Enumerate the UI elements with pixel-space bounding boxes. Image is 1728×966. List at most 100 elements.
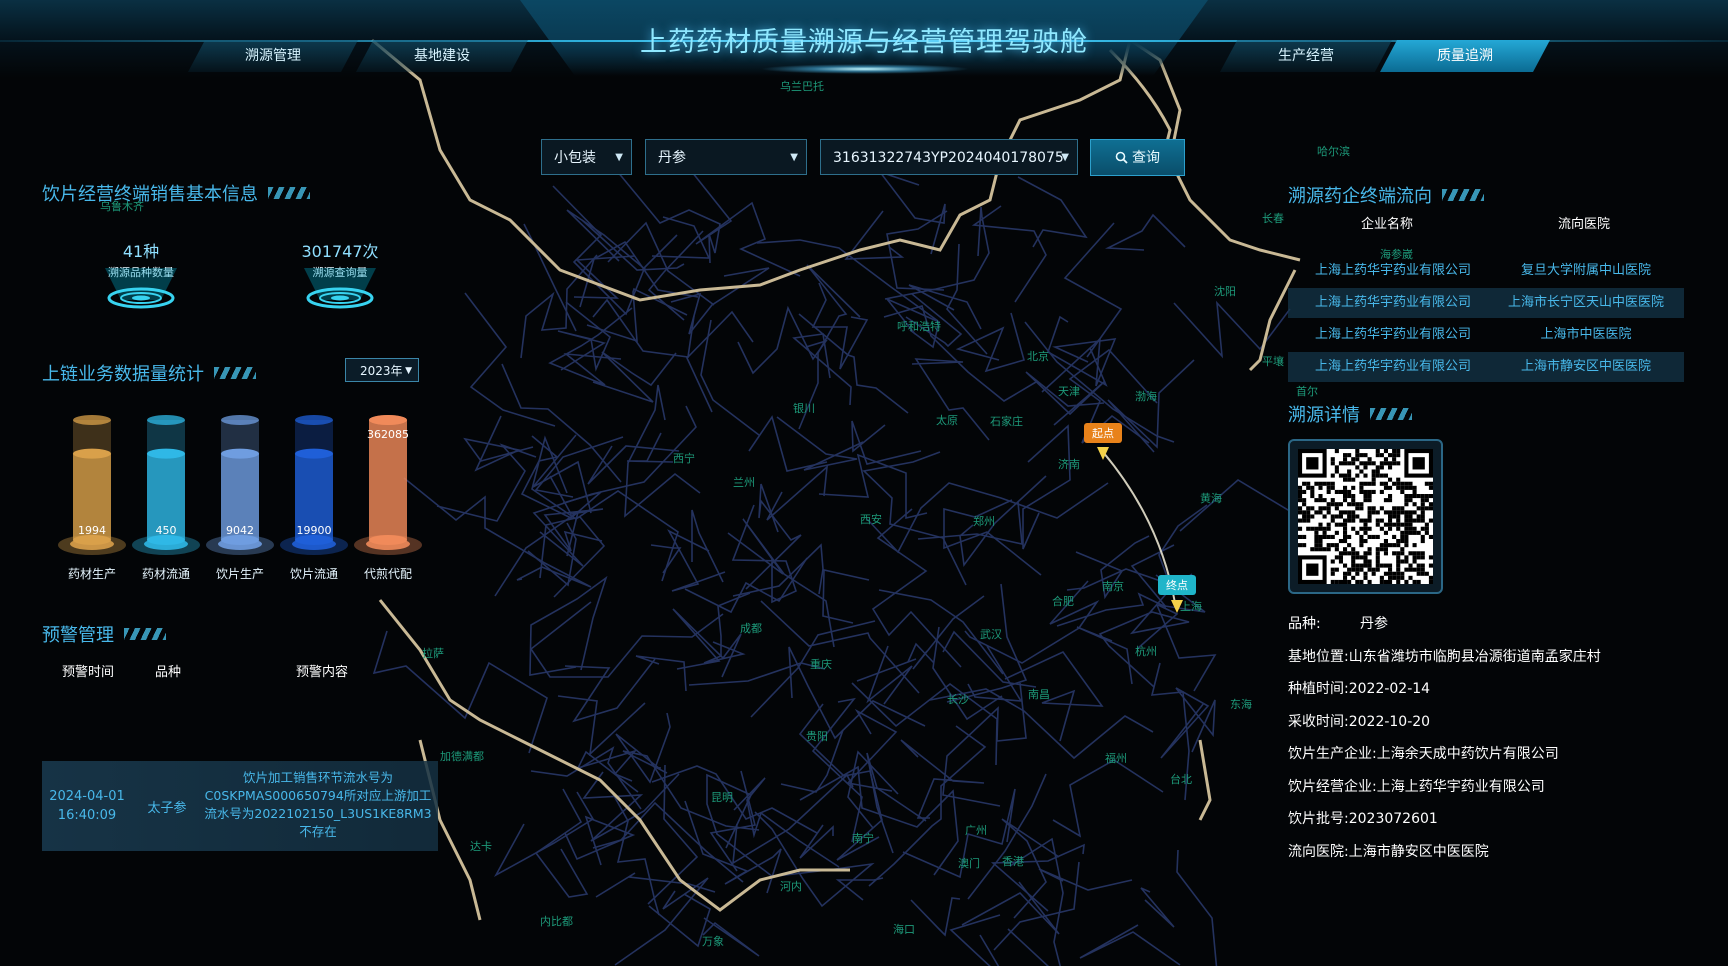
- qr-module: [1318, 481, 1323, 486]
- detail-batch-number: 饮片批号:2023072601: [1288, 811, 1438, 827]
- tab-trace-management[interactable]: 溯源管理: [188, 40, 358, 72]
- detail-variety: 品种: 丹参: [1288, 616, 1388, 632]
- qr-module: [1428, 502, 1433, 507]
- bar-value-label: 9042: [226, 524, 254, 537]
- qr-module: [1420, 539, 1425, 544]
- qr-module: [1310, 547, 1315, 552]
- qr-module: [1383, 498, 1388, 503]
- qr-module: [1322, 514, 1327, 519]
- tab-quality-trace[interactable]: 质量追溯: [1380, 40, 1550, 72]
- qr-module: [1396, 539, 1401, 544]
- qr-module: [1359, 461, 1364, 466]
- package-select[interactable]: 小包装 ▼: [541, 139, 632, 175]
- qr-module: [1359, 567, 1364, 572]
- warn-header-kind: 品种: [155, 665, 182, 680]
- qr-module: [1420, 555, 1425, 560]
- city-label: 太原: [936, 414, 958, 427]
- qr-module: [1306, 526, 1311, 531]
- city-label: 平壤: [1262, 354, 1284, 368]
- road-line: [436, 443, 537, 522]
- qr-module: [1379, 465, 1384, 470]
- qr-module: [1351, 551, 1356, 556]
- table-row[interactable]: 上海上药华宇药业有限公司 复旦大学附属中山医院: [1288, 256, 1684, 286]
- qr-module: [1347, 477, 1352, 482]
- warning-datetime: 2024-04-01 16:40:09: [42, 787, 132, 825]
- sales-info-title: 饮片经营终端销售基本信息: [42, 180, 310, 206]
- qr-module: [1375, 469, 1380, 474]
- year-select[interactable]: 2023年 ▼: [345, 358, 419, 382]
- qr-module: [1379, 543, 1384, 548]
- qr-module: [1383, 551, 1388, 556]
- tab-base-construction[interactable]: 基地建设: [356, 40, 528, 72]
- warning-row[interactable]: 2024-04-01 16:40:09 太子参 饮片加工销售环节流水号为C0SK…: [42, 761, 438, 851]
- qr-module: [1379, 575, 1384, 580]
- qr-module: [1379, 506, 1384, 511]
- table-row[interactable]: 上海上药华宇药业有限公司 上海市中医医院: [1288, 320, 1684, 350]
- bar-category-label: 代煎代配: [364, 566, 412, 581]
- qr-module: [1408, 485, 1413, 490]
- qr-module: [1367, 498, 1372, 503]
- qr-module: [1367, 563, 1372, 568]
- qr-module: [1359, 526, 1364, 531]
- qr-module: [1363, 489, 1368, 494]
- table-row[interactable]: 上海上药华宇药业有限公司 上海市长宁区天山中医医院: [1288, 288, 1684, 318]
- city-label: 成都: [740, 622, 762, 635]
- qr-finder: [1306, 563, 1319, 576]
- qr-module: [1318, 543, 1323, 548]
- start-label: 起点: [1092, 427, 1114, 440]
- qr-module: [1338, 539, 1343, 544]
- qr-module: [1355, 579, 1360, 584]
- city-label: 杭州: [1135, 644, 1157, 658]
- qr-module: [1416, 506, 1421, 511]
- qr-module: [1314, 498, 1319, 503]
- qr-module: [1383, 485, 1388, 490]
- city-label: 澳门: [958, 856, 980, 870]
- city-label: 长沙: [947, 693, 969, 706]
- qr-module: [1343, 494, 1348, 499]
- herb-select[interactable]: 丹参 ▼: [645, 139, 807, 175]
- qr-module: [1338, 502, 1343, 507]
- qr-module: [1355, 473, 1360, 478]
- qr-module: [1326, 526, 1331, 531]
- qr-module: [1347, 502, 1352, 507]
- city-label: 兰州: [733, 476, 755, 489]
- qr-module: [1334, 465, 1339, 470]
- qr-module: [1359, 534, 1364, 539]
- qr-module: [1306, 506, 1311, 511]
- qr-module: [1338, 522, 1343, 527]
- qr-module: [1400, 551, 1405, 556]
- query-button[interactable]: 查询: [1090, 139, 1185, 176]
- qr-module: [1351, 567, 1356, 572]
- qr-module: [1412, 510, 1417, 515]
- trace-code-select[interactable]: 31631322743YP2024040178075 ▼: [820, 139, 1078, 175]
- qr-module: [1310, 485, 1315, 490]
- qr-module: [1388, 453, 1393, 458]
- flow-header-hospital: 流向医院: [1558, 217, 1611, 232]
- qr-module: [1392, 510, 1397, 515]
- qr-module: [1388, 543, 1393, 548]
- start-marker: 起点: [1084, 423, 1122, 460]
- qr-module: [1330, 481, 1335, 486]
- qr-module: [1388, 522, 1393, 527]
- bar-fill-cap: [147, 448, 185, 459]
- city-label: 郑州: [973, 514, 995, 528]
- qr-module: [1343, 498, 1348, 503]
- qr-module: [1359, 518, 1364, 523]
- qr-module: [1314, 530, 1319, 535]
- tab-production-operation[interactable]: 生产经营: [1220, 40, 1392, 72]
- road-line: [534, 788, 589, 898]
- qr-module: [1359, 453, 1364, 458]
- city-label: 河内: [780, 879, 802, 893]
- qr-module: [1404, 567, 1409, 572]
- qr-module: [1404, 543, 1409, 548]
- qr-module: [1343, 453, 1348, 458]
- qr-module: [1298, 489, 1303, 494]
- qr-module: [1351, 494, 1356, 499]
- flow-company: 上海上药华宇药业有限公司: [1314, 295, 1471, 310]
- qr-module: [1318, 547, 1323, 552]
- qr-module: [1408, 567, 1413, 572]
- qr-module: [1343, 485, 1348, 490]
- qr-module: [1383, 457, 1388, 462]
- qr-module: [1408, 481, 1413, 486]
- table-row[interactable]: 上海上药华宇药业有限公司 上海市静安区中医医院: [1288, 352, 1684, 382]
